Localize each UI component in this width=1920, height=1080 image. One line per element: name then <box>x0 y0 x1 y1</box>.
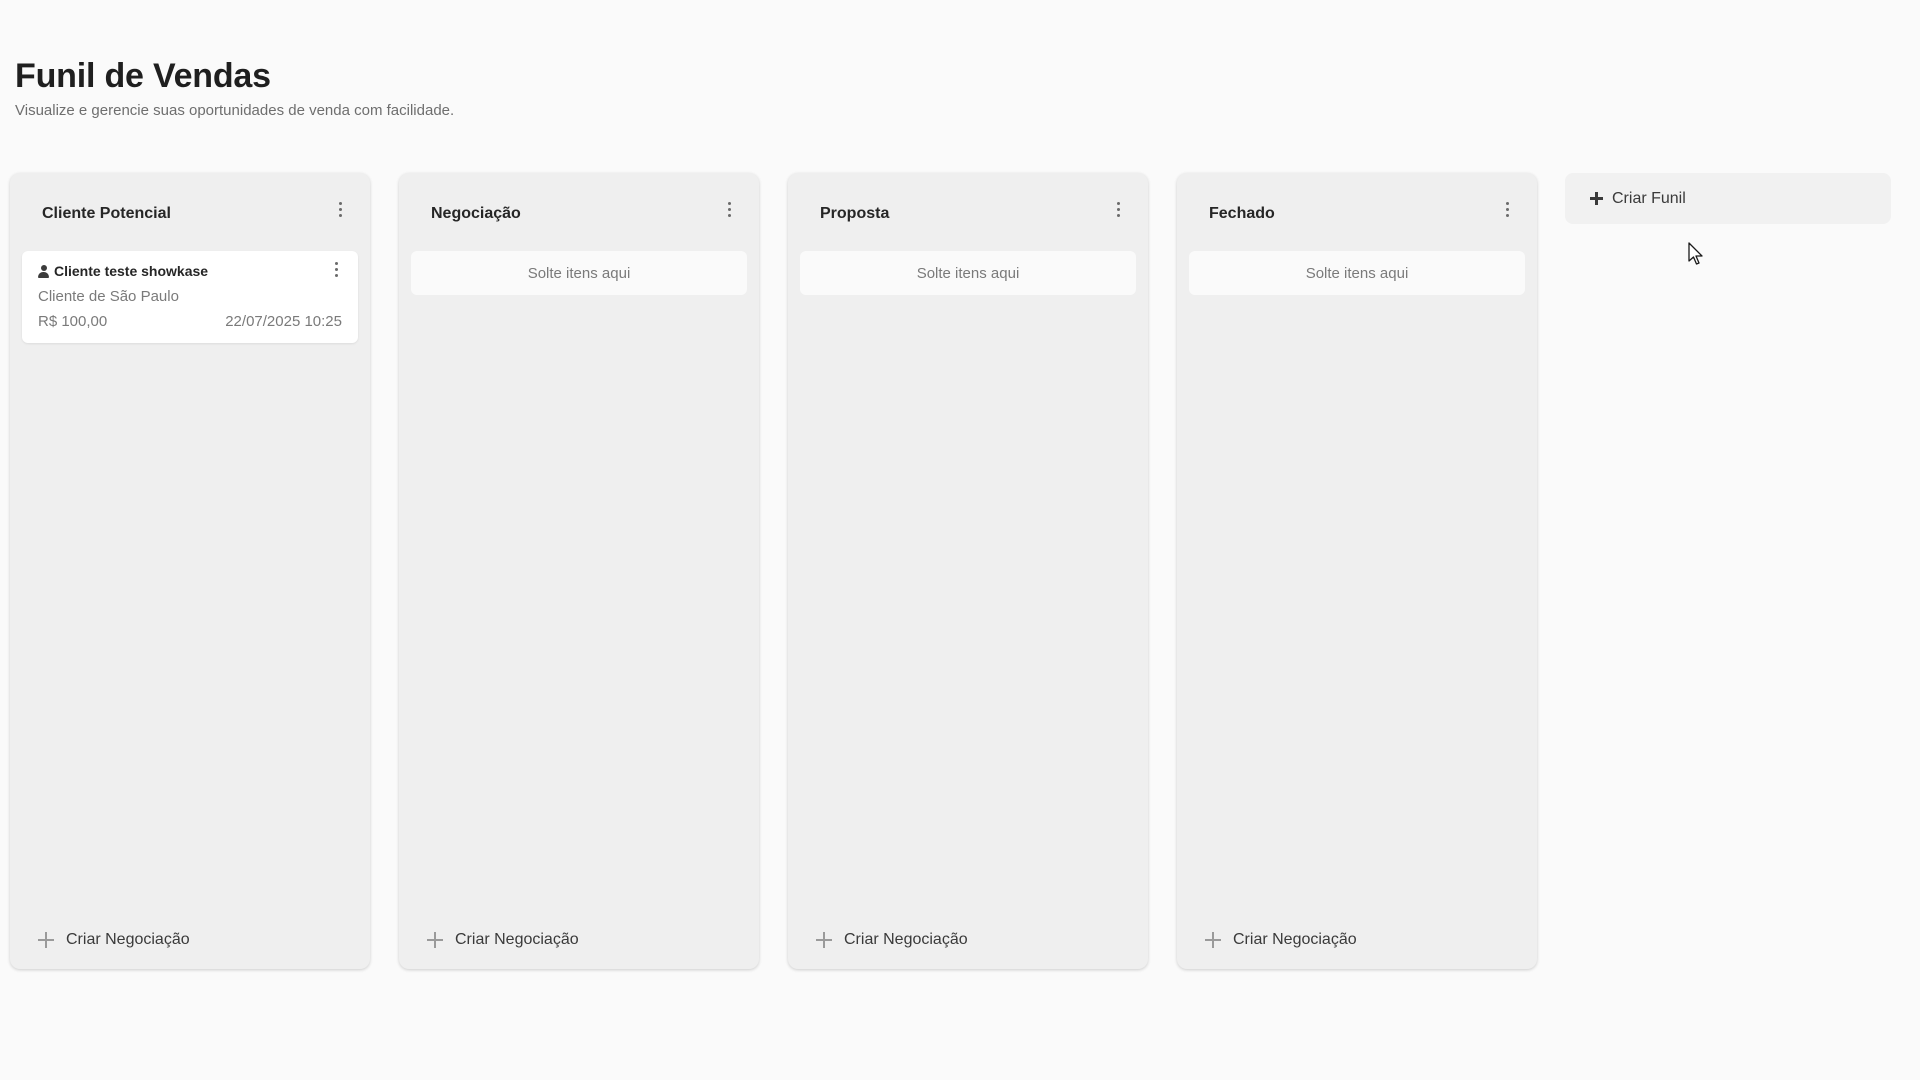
more-options-icon[interactable] <box>332 197 348 221</box>
column-header: Cliente Potencial <box>10 173 370 251</box>
mouse-cursor-icon <box>1688 242 1703 265</box>
column-body: Cliente teste showkase Cliente de São Pa… <box>10 251 370 343</box>
kanban-board: Cliente Potencial Cliente teste showkase… <box>10 173 1537 969</box>
page-title: Funil de Vendas <box>15 57 271 95</box>
deal-more-options-icon[interactable] <box>328 257 344 281</box>
more-options-icon[interactable] <box>1499 197 1515 221</box>
column-proposta: Proposta Solte itens aqui Criar Negociaç… <box>788 173 1148 969</box>
create-funnel-label: Criar Funil <box>1612 189 1686 207</box>
create-deal-label: Criar Negociação <box>844 931 968 948</box>
user-icon <box>38 264 49 278</box>
column-body: Solte itens aqui <box>788 251 1148 295</box>
create-deal-button[interactable]: Criar Negociação <box>816 931 968 949</box>
deal-value: R$ 100,00 <box>38 313 108 330</box>
column-title: Fechado <box>1209 205 1275 222</box>
deal-name: Cliente teste showkase <box>54 263 209 279</box>
column-title: Negociação <box>431 205 521 222</box>
drop-zone[interactable]: Solte itens aqui <box>800 251 1136 295</box>
deal-subtitle: Cliente de São Paulo <box>38 288 179 305</box>
create-deal-label: Criar Negociação <box>1233 931 1357 948</box>
deal-title-row: Cliente teste showkase <box>38 263 342 279</box>
create-deal-button[interactable]: Criar Negociação <box>427 931 579 949</box>
column-body: Solte itens aqui <box>399 251 759 295</box>
plus-icon <box>38 932 54 948</box>
create-deal-button[interactable]: Criar Negociação <box>1205 931 1357 949</box>
more-options-icon[interactable] <box>721 197 737 221</box>
column-body: Solte itens aqui <box>1177 251 1537 295</box>
create-deal-button[interactable]: Criar Negociação <box>38 931 190 949</box>
drop-zone[interactable]: Solte itens aqui <box>1189 251 1525 295</box>
column-cliente-potencial: Cliente Potencial Cliente teste showkase… <box>10 173 370 969</box>
create-deal-label: Criar Negociação <box>66 931 190 948</box>
column-header: Fechado <box>1177 173 1537 251</box>
column-header: Proposta <box>788 173 1148 251</box>
column-fechado: Fechado Solte itens aqui Criar Negociaçã… <box>1177 173 1537 969</box>
plus-icon <box>427 932 443 948</box>
drop-zone[interactable]: Solte itens aqui <box>411 251 747 295</box>
plus-icon <box>1205 932 1221 948</box>
column-title: Cliente Potencial <box>42 205 171 222</box>
deal-card[interactable]: Cliente teste showkase Cliente de São Pa… <box>22 251 358 343</box>
column-negociacao: Negociação Solte itens aqui Criar Negoci… <box>399 173 759 969</box>
create-deal-label: Criar Negociação <box>455 931 579 948</box>
column-header: Negociação <box>399 173 759 251</box>
column-title: Proposta <box>820 205 890 222</box>
create-funnel-button[interactable]: Criar Funil <box>1565 173 1891 224</box>
plus-icon <box>816 932 832 948</box>
page-header: Funil de Vendas Visualize e gerencie sua… <box>15 56 454 120</box>
page-subtitle: Visualize e gerencie suas oportunidades … <box>15 102 455 119</box>
more-options-icon[interactable] <box>1110 197 1126 221</box>
plus-icon <box>1590 192 1603 205</box>
deal-date: 22/07/2025 10:25 <box>225 313 342 330</box>
deal-meta: R$ 100,00 22/07/2025 10:25 <box>38 313 342 330</box>
